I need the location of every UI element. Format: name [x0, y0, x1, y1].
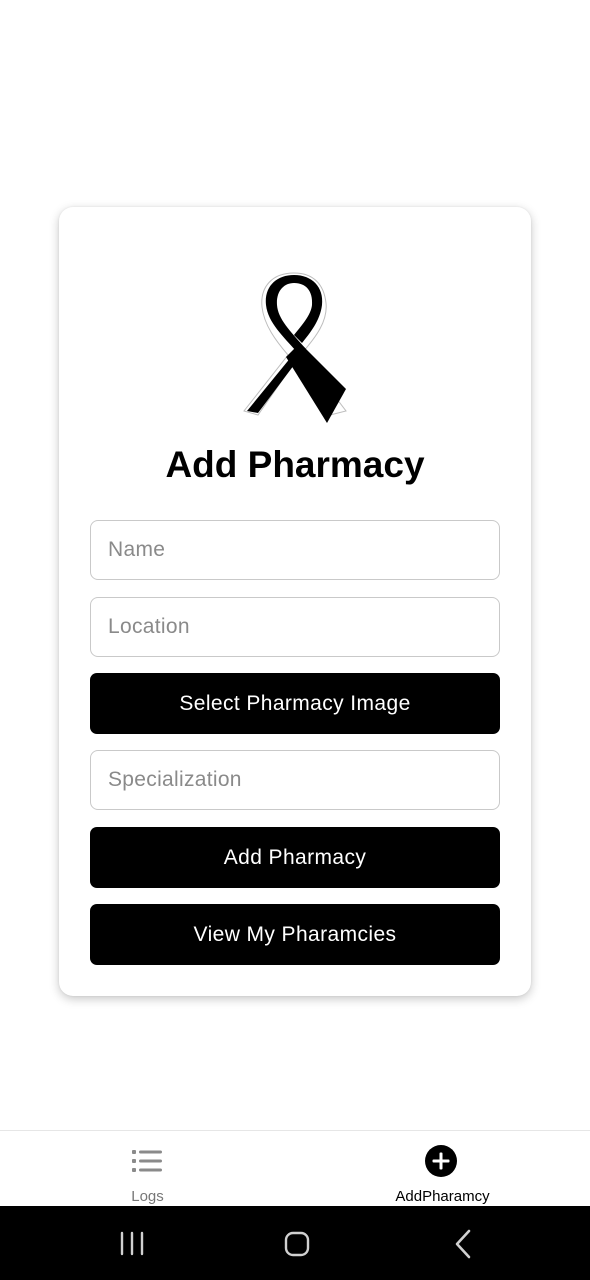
nav-item-add-pharmacy[interactable]: AddPharamcy [295, 1131, 590, 1207]
recent-apps-icon[interactable] [112, 1224, 152, 1264]
add-pharmacy-button[interactable]: Add Pharmacy [90, 827, 500, 888]
list-icon [132, 1150, 162, 1172]
nav-label-logs: Logs [131, 1188, 164, 1205]
location-input[interactable] [90, 597, 500, 657]
system-navigation-bar [0, 1206, 590, 1280]
back-icon[interactable] [443, 1224, 483, 1264]
home-icon[interactable] [277, 1224, 317, 1264]
bottom-navigation: Logs AddPharamcy [0, 1130, 590, 1207]
select-pharmacy-image-button[interactable]: Select Pharmacy Image [90, 673, 500, 734]
name-input[interactable] [90, 520, 500, 580]
nav-label-add-pharmacy: AddPharamcy [395, 1188, 490, 1205]
page-title: Add Pharmacy [165, 444, 425, 485]
screen: Add Pharmacy Select Pharmacy Image Add P… [0, 0, 590, 1280]
specialization-input[interactable] [90, 750, 500, 810]
awareness-ribbon-icon [243, 272, 347, 423]
view-my-pharmacies-button[interactable]: View My Pharamcies [90, 904, 500, 965]
add-circle-icon [425, 1145, 457, 1177]
nav-item-logs[interactable]: Logs [0, 1131, 295, 1207]
